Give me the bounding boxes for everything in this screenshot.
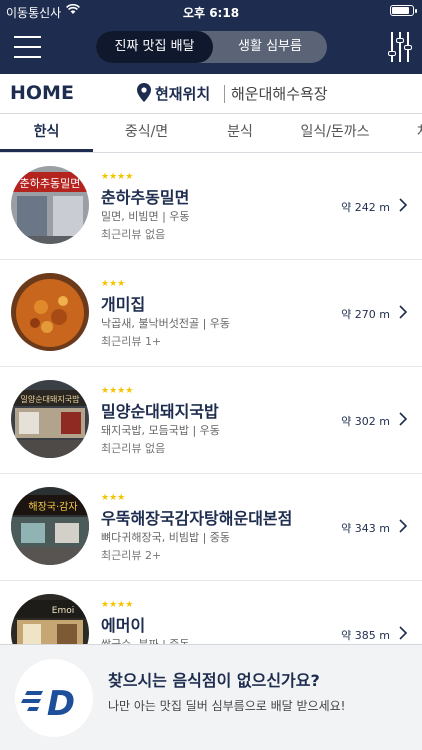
restaurant-review: 최근리뷰 2+	[101, 549, 162, 562]
restaurant-photo: 밀양순대돼지국밥	[11, 380, 89, 458]
distance-label: 약 343 m	[341, 522, 390, 535]
restaurant-category: 밀면, 비빔면 | 우동	[101, 210, 190, 223]
app-header: 이동통신사 오후 6:18 진짜 맛집 배달 생활 심부름	[0, 0, 422, 74]
svg-text:해장국·감자: 해장국·감자	[28, 500, 77, 513]
errand-banner[interactable]: D 찾으시는 음식점이 없으신가요? 나만 아는 맛집 딜버 심부름으로 배달 …	[0, 644, 422, 750]
tab-korean[interactable]: 한식	[0, 115, 93, 152]
restaurant-category: 낙곱새, 불낙버섯전골 | 우동	[101, 317, 231, 330]
tab-chinese-noodles[interactable]: 중식/면	[93, 115, 200, 152]
rating-stars: ★★★	[101, 493, 126, 503]
restaurant-review: 최근리뷰 없음	[101, 228, 166, 241]
category-tabs: 한식 중식/면 분식 일식/돈까스 치	[0, 115, 422, 153]
banner-subtitle: 나만 아는 맛집 딜버 심부름으로 배달 받으세요!	[108, 699, 346, 713]
toggle-restaurant-delivery[interactable]: 진짜 맛집 배달	[96, 31, 213, 63]
address-text[interactable]: 해운대해수욕장	[231, 83, 328, 104]
dilver-logo-icon: D	[15, 659, 93, 737]
distance-label: 약 302 m	[341, 415, 390, 428]
battery-icon	[390, 5, 417, 16]
distance-label: 약 242 m	[341, 201, 390, 214]
banner-title: 찾으시는 음식점이 없으신가요?	[108, 671, 320, 690]
divider	[224, 85, 225, 103]
tab-japanese-cutlet[interactable]: 일식/돈까스	[280, 115, 390, 152]
restaurant-photo: Emoi	[11, 594, 89, 644]
service-toggle: 진짜 맛집 배달 생활 심부름	[96, 31, 327, 63]
home-label[interactable]: HOME	[10, 82, 74, 104]
restaurant-category: 뼈다귀해장국, 비빔밥 | 중동	[101, 531, 231, 544]
chevron-right-icon	[399, 519, 408, 533]
chevron-right-icon	[399, 198, 408, 212]
list-item[interactable]: 춘하추동밀면 ★★★★ 춘하추동밀면 밀면, 비빔면 | 우동 최근리뷰 없음 …	[0, 153, 422, 260]
restaurant-photo: 해장국·감자	[11, 487, 89, 565]
restaurant-category: 쌀국수, 분짜 | 중동	[101, 636, 190, 644]
chevron-right-icon	[399, 412, 408, 426]
location-pin-icon[interactable]	[137, 83, 151, 106]
rating-stars: ★★★★	[101, 172, 134, 182]
restaurant-photo: 춘하추동밀면	[11, 166, 89, 244]
current-location-button[interactable]: 현재위치	[155, 83, 210, 104]
distance-label: 약 270 m	[341, 308, 390, 321]
location-bar: HOME 현재위치 해운대해수욕장	[0, 74, 422, 114]
rating-stars: ★★★	[101, 279, 126, 289]
chevron-right-icon	[399, 305, 408, 319]
restaurant-list: 춘하추동밀면 ★★★★ 춘하추동밀면 밀면, 비빔면 | 우동 최근리뷰 없음 …	[0, 153, 422, 644]
status-bar: 이동통신사 오후 6:18	[0, 0, 422, 22]
svg-text:D: D	[47, 684, 75, 724]
restaurant-name: 에머이	[101, 616, 146, 635]
restaurant-category: 돼지국밥, 모듬국밥 | 우동	[101, 424, 220, 437]
restaurant-name: 밀양순대돼지국밥	[101, 402, 219, 421]
tab-snack[interactable]: 분식	[200, 115, 280, 152]
restaurant-name: 우뚝해장국감자탕해운대본점	[101, 509, 293, 528]
list-item[interactable]: 밀양순대돼지국밥 ★★★★ 밀양순대돼지국밥 돼지국밥, 모듬국밥 | 우동 최…	[0, 367, 422, 474]
rating-stars: ★★★★	[101, 600, 134, 610]
svg-text:춘하추동밀면: 춘하추동밀면	[20, 176, 81, 190]
svg-text:밀양순대돼지국밥: 밀양순대돼지국밥	[21, 395, 81, 404]
chevron-right-icon	[399, 626, 408, 640]
svg-text:Emoi: Emoi	[52, 606, 74, 616]
restaurant-review: 최근리뷰 없음	[101, 442, 166, 455]
rating-stars: ★★★★	[101, 386, 134, 396]
tab-chicken[interactable]: 치	[408, 115, 422, 152]
restaurant-name: 춘하추동밀면	[101, 188, 190, 207]
filter-settings-icon[interactable]	[388, 32, 412, 62]
list-item[interactable]: Emoi ★★★★ 에머이 쌀국수, 분짜 | 중동 약 385 m	[0, 581, 422, 644]
list-item[interactable]: 해장국·감자 ★★★ 우뚝해장국감자탕해운대본점 뼈다귀해장국, 비빔밥 | 중…	[0, 474, 422, 581]
toggle-errand-service[interactable]: 생활 심부름	[213, 31, 327, 63]
restaurant-photo	[11, 273, 89, 351]
hamburger-menu-icon[interactable]	[14, 34, 41, 58]
list-item[interactable]: ★★★ 개미집 낙곱새, 불낙버섯전골 | 우동 최근리뷰 1+ 약 270 m	[0, 260, 422, 367]
restaurant-name: 개미집	[101, 295, 146, 314]
distance-label: 약 385 m	[341, 629, 390, 642]
status-time: 오후 6:18	[182, 6, 240, 20]
restaurant-review: 최근리뷰 1+	[101, 335, 162, 348]
